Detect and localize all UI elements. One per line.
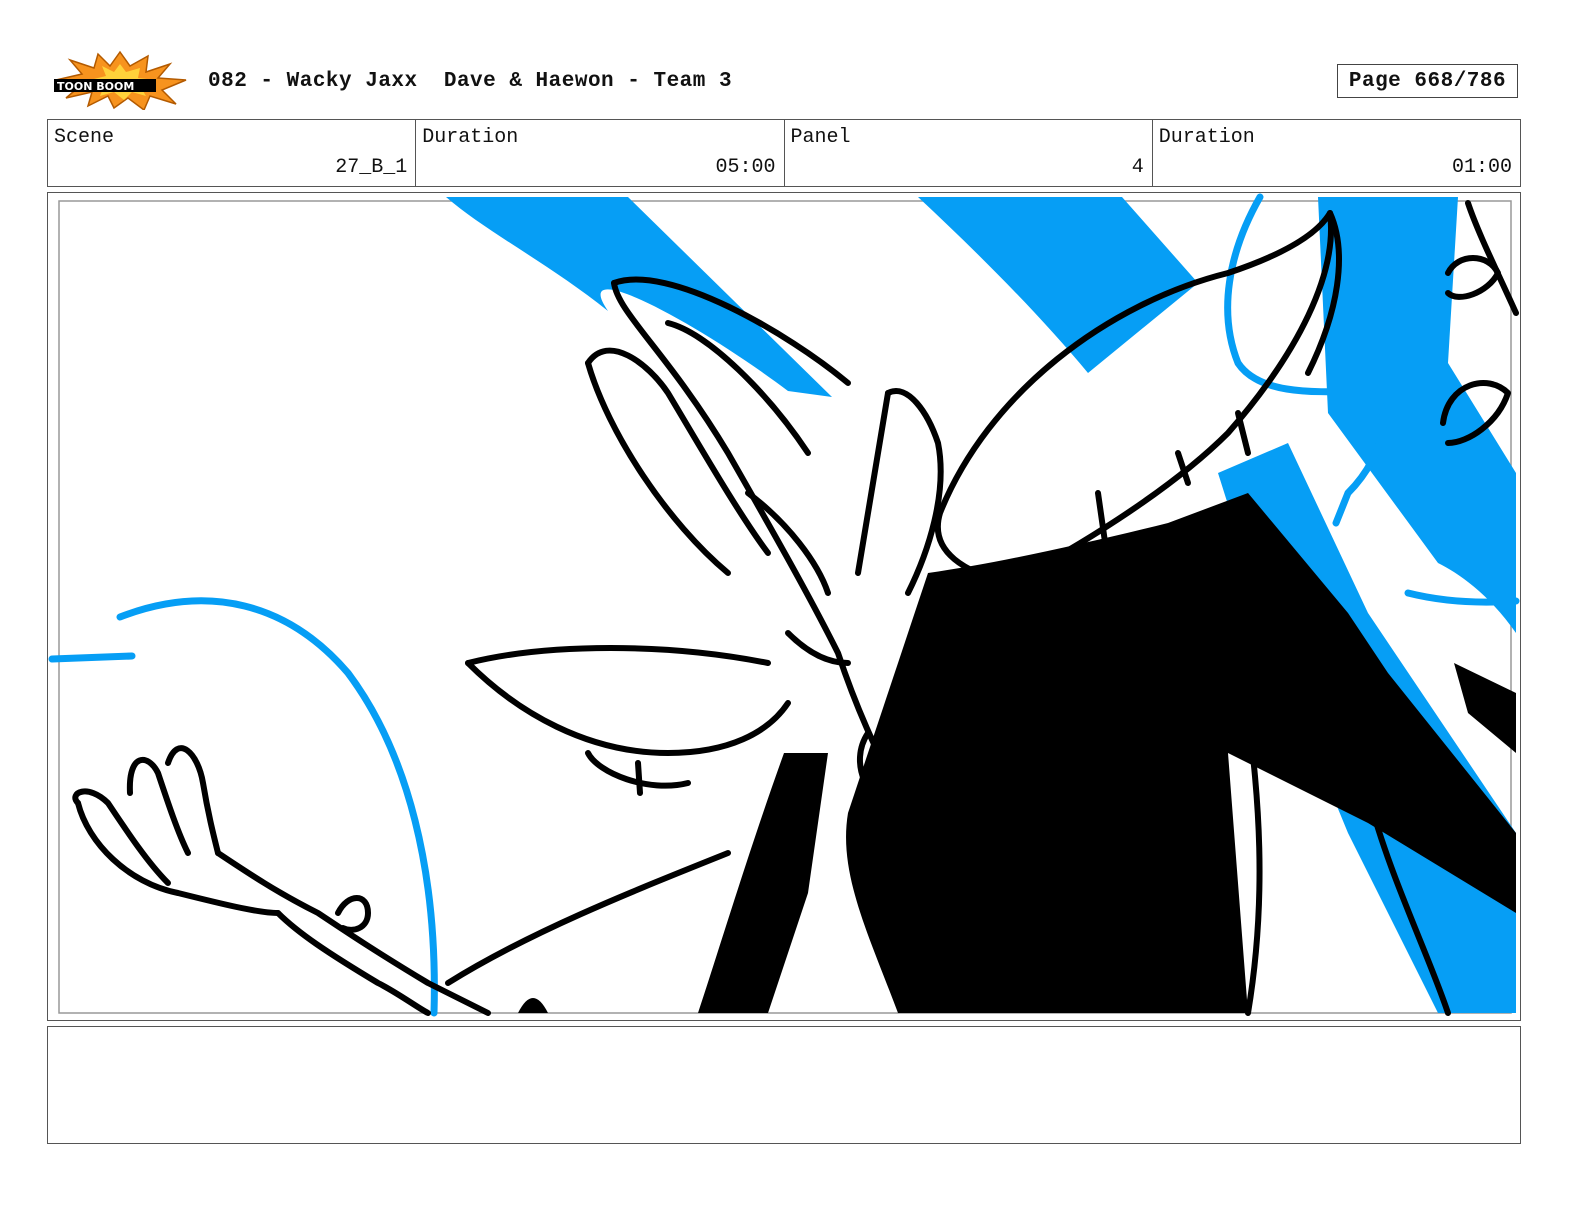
- scene-label: Scene: [54, 126, 115, 149]
- scene-duration-cell: Duration 05:00: [416, 120, 785, 186]
- panel-duration-cell: Duration 01:00: [1153, 120, 1520, 186]
- storyboard-title: 082 - Wacky Jaxx Dave & Haewon - Team 3: [208, 70, 733, 93]
- toon-boom-logo: TOON BOOM: [52, 50, 188, 112]
- scene-info-bar: Scene 27_B_1 Duration 05:00 Panel 4 Dura…: [47, 119, 1521, 187]
- panel-cell: Panel 4: [785, 120, 1153, 186]
- panel-duration-label: Duration: [1158, 126, 1255, 149]
- panel-drawing: [48, 193, 1520, 1017]
- panel-duration-value: 01:00: [1451, 156, 1512, 179]
- logo-text: TOON BOOM: [57, 80, 134, 93]
- storyboard-panel: [47, 192, 1521, 1021]
- page-counter: Page 668/786: [1337, 64, 1518, 98]
- scene-value: 27_B_1: [335, 156, 408, 179]
- panel-label: Panel: [790, 126, 851, 149]
- scene-duration-label: Duration: [422, 126, 519, 149]
- panel-value: 4: [1131, 156, 1144, 179]
- scene-duration-value: 05:00: [715, 156, 776, 179]
- page-number: Page 668/786: [1348, 69, 1507, 93]
- panel-notes-box: [47, 1026, 1521, 1144]
- scene-cell: Scene 27_B_1: [48, 120, 417, 186]
